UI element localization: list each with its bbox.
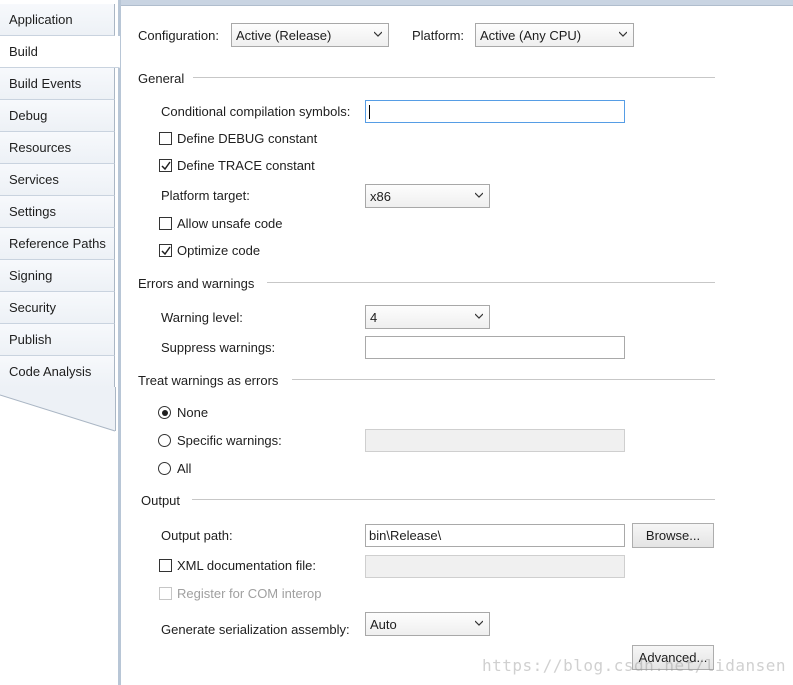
text-caret bbox=[369, 105, 370, 119]
sidebar-item-label: Reference Paths bbox=[9, 236, 106, 251]
configuration-label: Configuration: bbox=[138, 28, 219, 43]
section-divider bbox=[193, 77, 715, 78]
com-interop-checkbox bbox=[159, 587, 172, 600]
warning-level-label: Warning level: bbox=[161, 310, 243, 325]
platform-value: Active (Any CPU) bbox=[480, 28, 582, 43]
top-border bbox=[121, 0, 793, 6]
output-path-value: bin\Release\ bbox=[369, 528, 442, 543]
warning-level-combo[interactable]: 4 bbox=[365, 305, 490, 329]
com-interop-label: Register for COM interop bbox=[177, 586, 322, 601]
chevron-down-icon bbox=[475, 313, 483, 319]
sidebar-item-resources[interactable]: Resources bbox=[0, 132, 115, 164]
define-debug-checkbox[interactable] bbox=[159, 132, 172, 145]
browse-button[interactable]: Browse... bbox=[632, 523, 714, 548]
sidebar-item-label: Application bbox=[9, 12, 73, 27]
xml-documentation-checkbox[interactable] bbox=[159, 559, 172, 572]
none-radio[interactable] bbox=[158, 406, 171, 419]
platform-target-value: x86 bbox=[370, 189, 391, 204]
checkmark-icon bbox=[161, 246, 171, 256]
advanced-button-label: Advanced... bbox=[638, 650, 708, 665]
optimize-code-label: Optimize code bbox=[177, 243, 261, 258]
chevron-down-icon bbox=[619, 31, 627, 37]
build-page: Configuration: Active (Release) Platform… bbox=[121, 0, 793, 685]
sidebar-item-publish[interactable]: Publish bbox=[0, 324, 115, 356]
xml-documentation-input bbox=[365, 555, 625, 578]
sidebar-item-application[interactable]: Application bbox=[0, 4, 115, 36]
chevron-down-icon bbox=[374, 31, 382, 37]
xml-documentation-label: XML documentation file: bbox=[177, 558, 316, 573]
sidebar-item-label: Build bbox=[9, 44, 38, 59]
sidebar-item-label: Build Events bbox=[9, 76, 82, 91]
all-radio-label: All bbox=[177, 461, 192, 476]
sidebar-item-services[interactable]: Services bbox=[0, 164, 115, 196]
section-divider bbox=[292, 379, 715, 380]
section-divider bbox=[267, 282, 715, 283]
output-path-label: Output path: bbox=[161, 528, 233, 543]
conditional-symbols-label: Conditional compilation symbols: bbox=[161, 104, 351, 119]
all-radio[interactable] bbox=[158, 462, 171, 475]
sidebar-item-label: Code Analysis bbox=[9, 364, 92, 379]
allow-unsafe-label: Allow unsafe code bbox=[177, 216, 283, 231]
platform-target-label: Platform target: bbox=[161, 188, 250, 203]
sidebar-item-label: Debug bbox=[9, 108, 48, 123]
platform-label: Platform: bbox=[412, 28, 465, 43]
specific-warnings-radio[interactable] bbox=[158, 434, 171, 447]
sidebar-item-debug[interactable]: Debug bbox=[0, 100, 115, 132]
errors-warnings-heading: Errors and warnings bbox=[138, 276, 255, 291]
suppress-warnings-input[interactable] bbox=[365, 336, 625, 359]
general-heading: General bbox=[138, 71, 185, 86]
sidebar-item-reference-paths[interactable]: Reference Paths bbox=[0, 228, 115, 260]
configuration-value: Active (Release) bbox=[236, 28, 332, 43]
specific-warnings-input bbox=[365, 429, 625, 452]
serialization-assembly-combo[interactable]: Auto bbox=[365, 612, 490, 636]
sidebar-item-build[interactable]: Build bbox=[0, 36, 120, 68]
radio-dot bbox=[161, 409, 168, 416]
serialization-assembly-value: Auto bbox=[370, 617, 397, 632]
sidebar-item-build-events[interactable]: Build Events bbox=[0, 68, 115, 100]
sidebar-item-signing[interactable]: Signing bbox=[0, 260, 115, 292]
sidebar-tab-tail bbox=[0, 387, 116, 685]
warning-level-value: 4 bbox=[370, 310, 378, 325]
define-debug-label: Define DEBUG constant bbox=[177, 131, 318, 146]
sidebar-item-label: Security bbox=[9, 300, 56, 315]
platform-target-combo[interactable]: x86 bbox=[365, 184, 490, 208]
sidebar-item-label: Settings bbox=[9, 204, 56, 219]
advanced-button[interactable]: Advanced... bbox=[632, 645, 714, 670]
configuration-combo[interactable]: Active (Release) bbox=[231, 23, 389, 47]
output-path-input[interactable]: bin\Release\ bbox=[365, 524, 625, 547]
suppress-warnings-label: Suppress warnings: bbox=[161, 340, 276, 355]
define-trace-checkbox[interactable] bbox=[159, 159, 172, 172]
allow-unsafe-checkbox[interactable] bbox=[159, 217, 172, 230]
sidebar-item-label: Resources bbox=[9, 140, 72, 155]
sidebar-item-settings[interactable]: Settings bbox=[0, 196, 115, 228]
specific-warnings-label: Specific warnings: bbox=[177, 433, 282, 448]
serialization-assembly-label: Generate serialization assembly: bbox=[161, 622, 350, 637]
checkmark-icon bbox=[161, 161, 171, 171]
sidebar-item-label: Publish bbox=[9, 332, 52, 347]
sidebar-item-security[interactable]: Security bbox=[0, 292, 115, 324]
platform-combo[interactable]: Active (Any CPU) bbox=[475, 23, 634, 47]
conditional-symbols-input[interactable] bbox=[365, 100, 625, 123]
sidebar-item-label: Services bbox=[9, 172, 59, 187]
sidebar-item-code-analysis[interactable]: Code Analysis bbox=[0, 356, 115, 388]
sidebar-item-label: Signing bbox=[9, 268, 53, 283]
browse-button-label: Browse... bbox=[645, 528, 701, 543]
none-radio-label: None bbox=[177, 405, 209, 420]
define-trace-label: Define TRACE constant bbox=[177, 158, 315, 173]
chevron-down-icon bbox=[475, 192, 483, 198]
optimize-code-checkbox[interactable] bbox=[159, 244, 172, 257]
output-heading: Output bbox=[141, 493, 181, 508]
section-divider bbox=[192, 499, 715, 500]
treat-warnings-heading: Treat warnings as errors bbox=[138, 373, 279, 388]
property-pages-sidebar: Application Build Build Events Debug Res… bbox=[0, 0, 120, 685]
chevron-down-icon bbox=[475, 620, 483, 626]
